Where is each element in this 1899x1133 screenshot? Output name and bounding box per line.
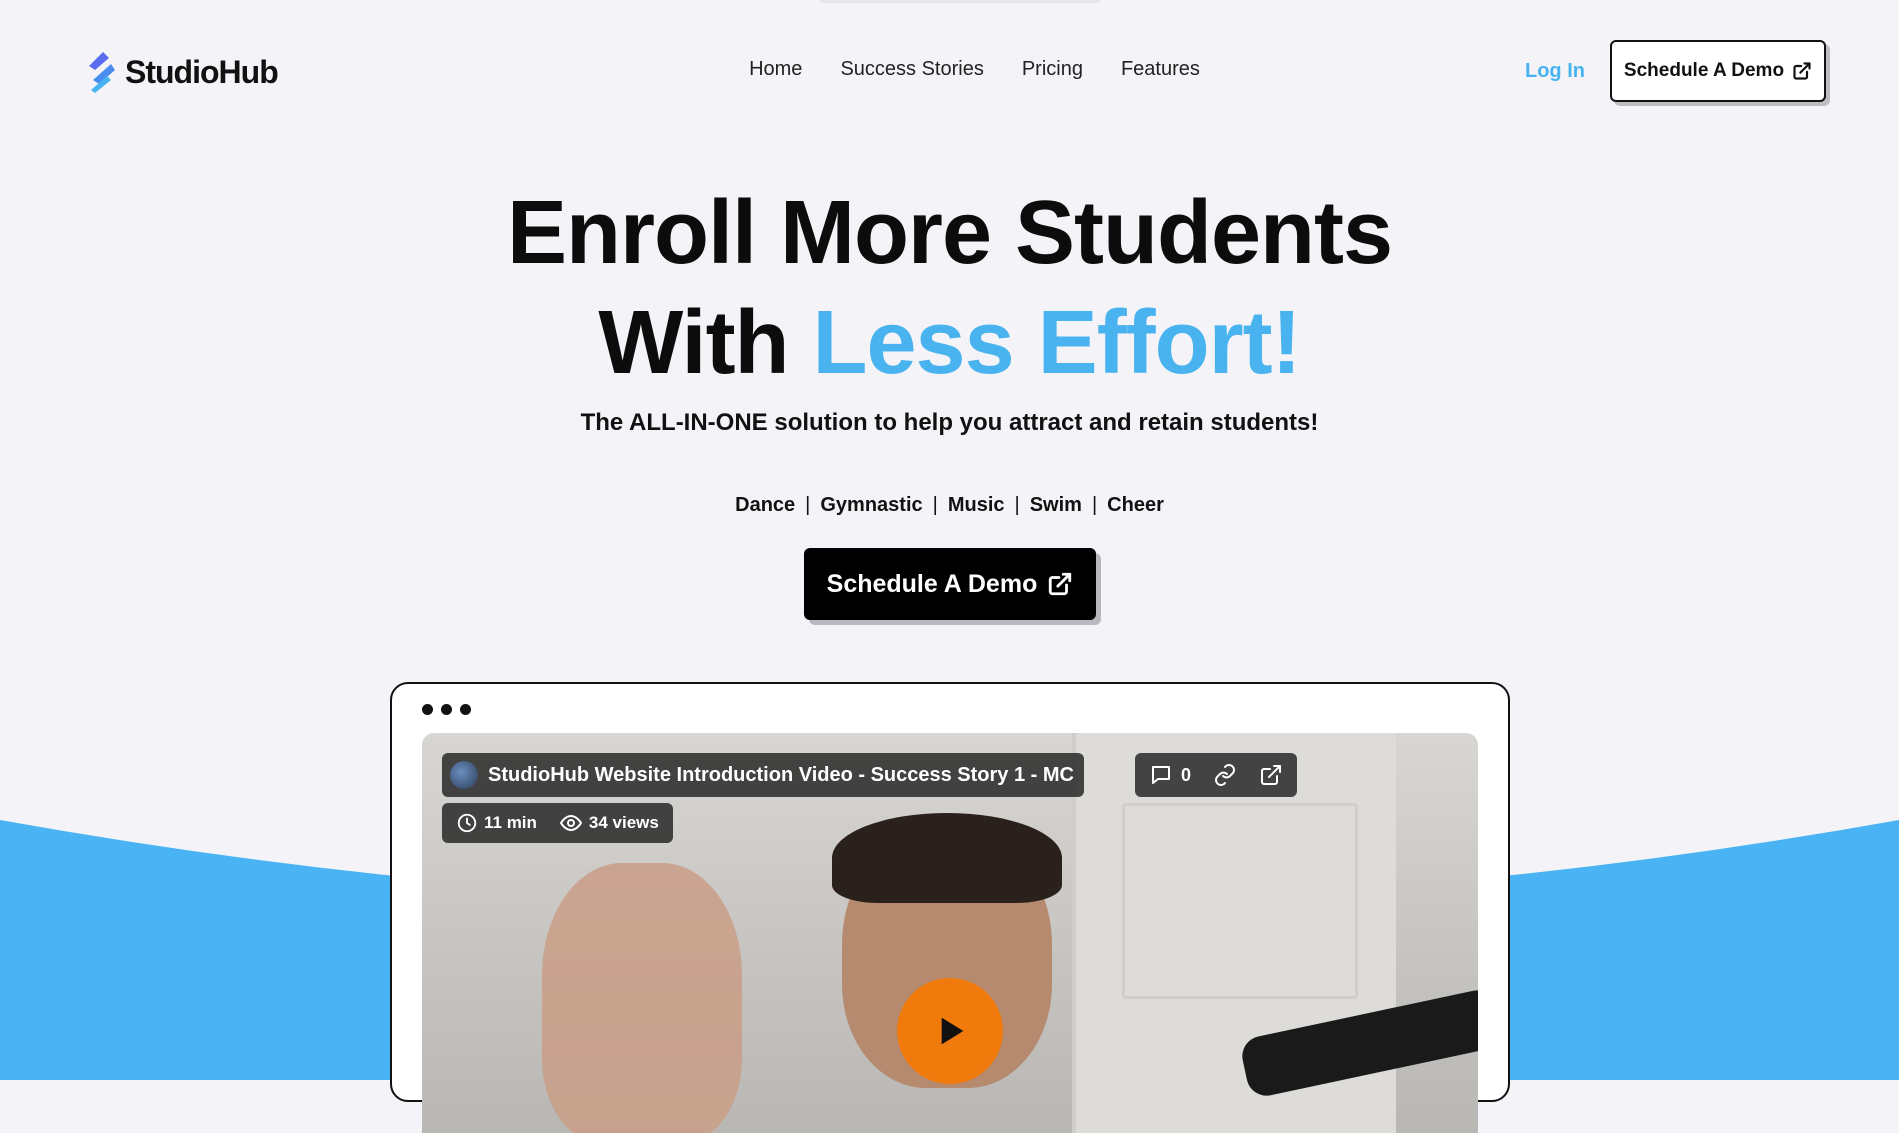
- play-button[interactable]: [897, 978, 1003, 1084]
- nav-success-stories[interactable]: Success Stories: [840, 58, 983, 81]
- nav-pricing[interactable]: Pricing: [1022, 58, 1083, 81]
- window-dot: [460, 704, 471, 715]
- category-separator: |: [805, 494, 811, 516]
- video-waving-hand: [542, 863, 742, 1133]
- category-cheer: Cheer: [1107, 494, 1164, 516]
- external-link-icon: [1793, 62, 1811, 80]
- hero-title-line2-plain: With: [598, 293, 813, 393]
- video-title-bar[interactable]: StudioHub Website Introduction Video - S…: [442, 753, 1084, 797]
- category-music: Music: [947, 494, 1005, 516]
- category-separator: |: [1014, 494, 1020, 516]
- category-gymnastic: Gymnastic: [820, 494, 923, 516]
- logo[interactable]: StudioHub: [85, 50, 279, 94]
- video-duration: 11 min: [456, 812, 537, 834]
- nav-home[interactable]: Home: [749, 58, 802, 81]
- external-link-icon: [1049, 572, 1072, 596]
- creator-avatar: [450, 761, 478, 789]
- login-link[interactable]: Log In: [1525, 60, 1585, 83]
- schedule-demo-label: Schedule A Demo: [826, 569, 1038, 598]
- video-actions-bar: 0: [1135, 753, 1298, 797]
- hero-subtitle: The ALL-IN-ONE solution to help you attr…: [580, 409, 1319, 436]
- browser-mock-frame: StudioHub Website Introduction Video - S…: [390, 682, 1510, 1133]
- schedule-demo-button-hero[interactable]: Schedule A Demo: [804, 548, 1096, 620]
- comments-count: 0: [1181, 764, 1192, 785]
- clock-icon: [457, 813, 477, 833]
- video-meta-bar: 11 min 34 views: [442, 803, 673, 843]
- duration-text: 11 min: [484, 813, 537, 832]
- category-separator: |: [932, 494, 938, 516]
- comment-icon: [1152, 766, 1170, 784]
- video-title: StudioHub Website Introduction Video - S…: [488, 763, 1074, 786]
- video-views: 34 views: [559, 811, 659, 835]
- category-swim: Swim: [1029, 494, 1082, 516]
- schedule-demo-label: Schedule A Demo: [1623, 60, 1785, 81]
- window-dot: [422, 704, 433, 715]
- studiohub-logo-icon: [89, 52, 115, 93]
- schedule-demo-button-header[interactable]: Schedule A Demo: [1610, 40, 1826, 102]
- top-tab-indicator: [820, 0, 1100, 3]
- window-dots: [422, 704, 471, 715]
- views-text: 34 views: [588, 813, 659, 832]
- hero-title-line1: Enroll More Students: [506, 183, 1393, 283]
- category-dance: Dance: [735, 494, 796, 516]
- hero-title-accent: Less Effort!: [812, 293, 1302, 393]
- video-presenter-hair: [832, 813, 1062, 903]
- play-icon: [941, 1017, 964, 1045]
- link-icon[interactable]: [1213, 763, 1237, 787]
- window-dot: [441, 704, 452, 715]
- hero-title: Enroll More Students With Less Effort!: [0, 178, 1899, 398]
- external-link-icon[interactable]: [1259, 763, 1283, 787]
- nav-features[interactable]: Features: [1121, 58, 1200, 81]
- eye-icon: [559, 814, 583, 832]
- logo-text: StudioHub: [125, 53, 279, 90]
- comments-button[interactable]: 0: [1149, 763, 1191, 787]
- category-list: Dance | Gymnastic | Music | Swim | Cheer: [0, 494, 1899, 517]
- video-background-door-panel: [1122, 803, 1358, 999]
- category-separator: |: [1091, 494, 1098, 516]
- video-player[interactable]: StudioHub Website Introduction Video - S…: [422, 733, 1478, 1133]
